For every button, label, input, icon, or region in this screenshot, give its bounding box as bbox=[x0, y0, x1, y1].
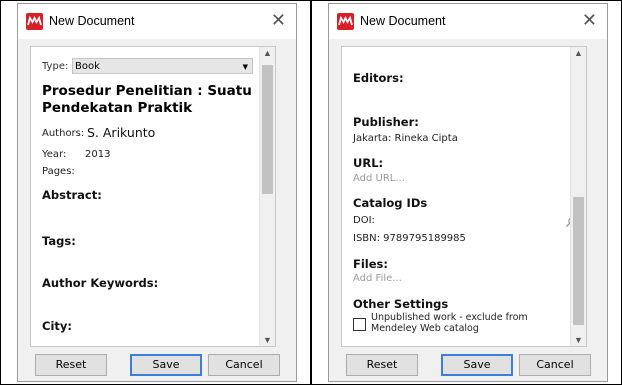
add-file-input[interactable]: Add File... bbox=[353, 273, 402, 284]
scroll-up-icon[interactable]: ▲ bbox=[571, 48, 586, 58]
reset-button[interactable]: Reset bbox=[346, 354, 418, 376]
scrollbar-thumb[interactable] bbox=[573, 197, 584, 325]
tags-label: Tags: bbox=[42, 234, 76, 248]
year-value[interactable]: 2013 bbox=[85, 149, 110, 160]
close-icon[interactable]: ✕ bbox=[582, 10, 597, 30]
right-screenshot-frame: New Document ✕ Editors: Publisher: Jakar… bbox=[311, 0, 622, 385]
document-details-panel[interactable]: Type: Book ▼ Prosedur Penelitian : Suatu… bbox=[30, 46, 276, 347]
pages-label: Pages: bbox=[42, 166, 75, 177]
publisher-value[interactable]: Jakarta: Rineka Cipta bbox=[353, 133, 458, 144]
close-icon[interactable]: ✕ bbox=[271, 10, 286, 30]
authors-label: Authors: bbox=[42, 128, 85, 139]
title-bar: New Document ✕ bbox=[329, 4, 607, 39]
type-select-value: Book bbox=[75, 61, 100, 72]
other-settings-label: Other Settings bbox=[353, 297, 449, 311]
type-label: Type: bbox=[42, 61, 69, 72]
unpublished-checkbox[interactable] bbox=[353, 318, 366, 331]
editors-label: Editors: bbox=[353, 71, 404, 85]
window-title: New Document bbox=[49, 14, 135, 28]
scroll-down-icon[interactable]: ▼ bbox=[260, 335, 275, 345]
files-label: Files: bbox=[353, 257, 388, 271]
year-label: Year: bbox=[42, 149, 67, 160]
url-input[interactable]: Add URL... bbox=[353, 173, 405, 184]
new-document-dialog: New Document ✕ Editors: Publisher: Jakar… bbox=[328, 3, 608, 382]
document-title[interactable]: Prosedur Penelitian : Suatu Pendekatan P… bbox=[42, 83, 257, 117]
save-button[interactable]: Save bbox=[441, 354, 513, 376]
doi-label: DOI: bbox=[353, 215, 375, 226]
dialog-buttons: Reset Save Cancel bbox=[329, 354, 607, 376]
author-keywords-label: Author Keywords: bbox=[42, 276, 159, 290]
scroll-down-icon[interactable]: ▼ bbox=[571, 335, 586, 345]
title-bar: New Document ✕ bbox=[18, 4, 296, 39]
city-label: City: bbox=[42, 319, 72, 333]
window-title: New Document bbox=[360, 14, 446, 28]
mendeley-logo-icon bbox=[26, 13, 43, 30]
authors-value[interactable]: S. Arikunto bbox=[87, 125, 155, 140]
mendeley-logo-icon bbox=[337, 13, 354, 30]
dialog-buttons: Reset Save Cancel bbox=[18, 354, 296, 376]
publisher-label: Publisher: bbox=[353, 115, 419, 129]
scroll-up-icon[interactable]: ▲ bbox=[260, 48, 275, 58]
left-screenshot-frame: New Document ✕ Type: Book ▼ Prosedur Pen… bbox=[0, 0, 311, 385]
save-button[interactable]: Save bbox=[130, 354, 202, 376]
vertical-scrollbar[interactable]: ▲ ▼ bbox=[259, 47, 275, 346]
new-document-dialog: New Document ✕ Type: Book ▼ Prosedur Pen… bbox=[17, 3, 297, 382]
isbn-value[interactable]: ISBN: 9789795189985 bbox=[353, 233, 466, 244]
unpublished-label: Unpublished work - exclude from Mendeley… bbox=[371, 312, 528, 334]
type-select[interactable]: Book ▼ bbox=[72, 58, 253, 74]
cancel-button[interactable]: Cancel bbox=[208, 354, 280, 376]
scrollbar-thumb[interactable] bbox=[262, 65, 273, 194]
abstract-label: Abstract: bbox=[42, 188, 102, 202]
url-label: URL: bbox=[353, 156, 384, 170]
catalog-ids-label: Catalog IDs bbox=[353, 196, 428, 210]
document-details-panel[interactable]: Editors: Publisher: Jakarta: Rineka Cipt… bbox=[341, 46, 587, 347]
chevron-down-icon: ▼ bbox=[242, 63, 248, 71]
vertical-scrollbar[interactable]: ▲ ▼ bbox=[570, 47, 586, 346]
cancel-button[interactable]: Cancel bbox=[519, 354, 591, 376]
reset-button[interactable]: Reset bbox=[35, 354, 107, 376]
